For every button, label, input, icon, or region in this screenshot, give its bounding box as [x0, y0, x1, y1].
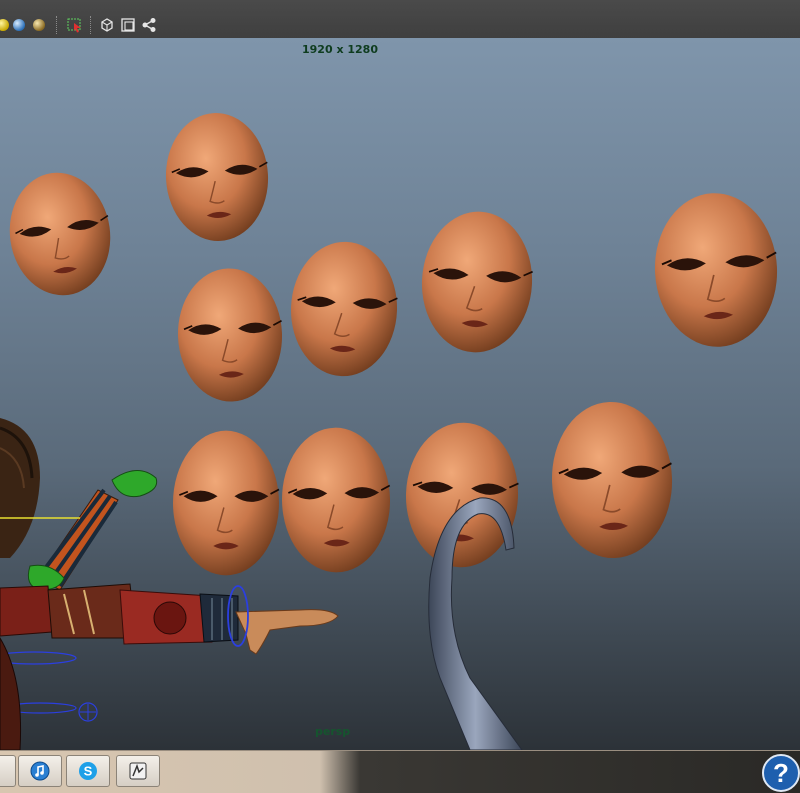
svg-text:S: S: [84, 764, 93, 779]
head-mesh[interactable]: [417, 207, 537, 357]
app-icon[interactable]: [116, 755, 160, 787]
toolbar-separator: [56, 16, 59, 34]
character-mesh[interactable]: [0, 418, 339, 750]
perspective-viewport[interactable]: 1920 x 1280 persp: [0, 38, 800, 750]
material-ball-gold-icon[interactable]: [30, 16, 48, 34]
itunes-icon[interactable]: [18, 755, 62, 787]
frame-icon[interactable]: [119, 16, 137, 34]
taskbar: S: [0, 750, 800, 793]
skype-icon[interactable]: S: [66, 755, 110, 787]
help-icon[interactable]: ?: [762, 754, 800, 792]
head-mesh[interactable]: [161, 109, 273, 245]
taskbar-button[interactable]: [0, 755, 16, 787]
scene-render: [0, 109, 782, 750]
share-icon[interactable]: [140, 16, 158, 34]
head-mesh[interactable]: [172, 429, 280, 577]
select-icon[interactable]: [66, 16, 84, 34]
head-mesh[interactable]: [402, 419, 522, 571]
head-mesh[interactable]: [174, 265, 286, 405]
head-mesh[interactable]: [287, 239, 401, 379]
resolution-gate-label: 1920 x 1280: [302, 43, 378, 56]
cube-icon[interactable]: [98, 16, 116, 34]
toolbar: [0, 0, 800, 39]
head-mesh[interactable]: [279, 425, 393, 575]
head-mesh[interactable]: [548, 398, 676, 562]
head-mesh[interactable]: [1, 165, 119, 303]
toolbar-separator: [90, 16, 93, 34]
material-ball-blue-icon[interactable]: [10, 16, 28, 34]
camera-name-label: persp: [315, 725, 351, 738]
head-mesh[interactable]: [650, 189, 782, 351]
